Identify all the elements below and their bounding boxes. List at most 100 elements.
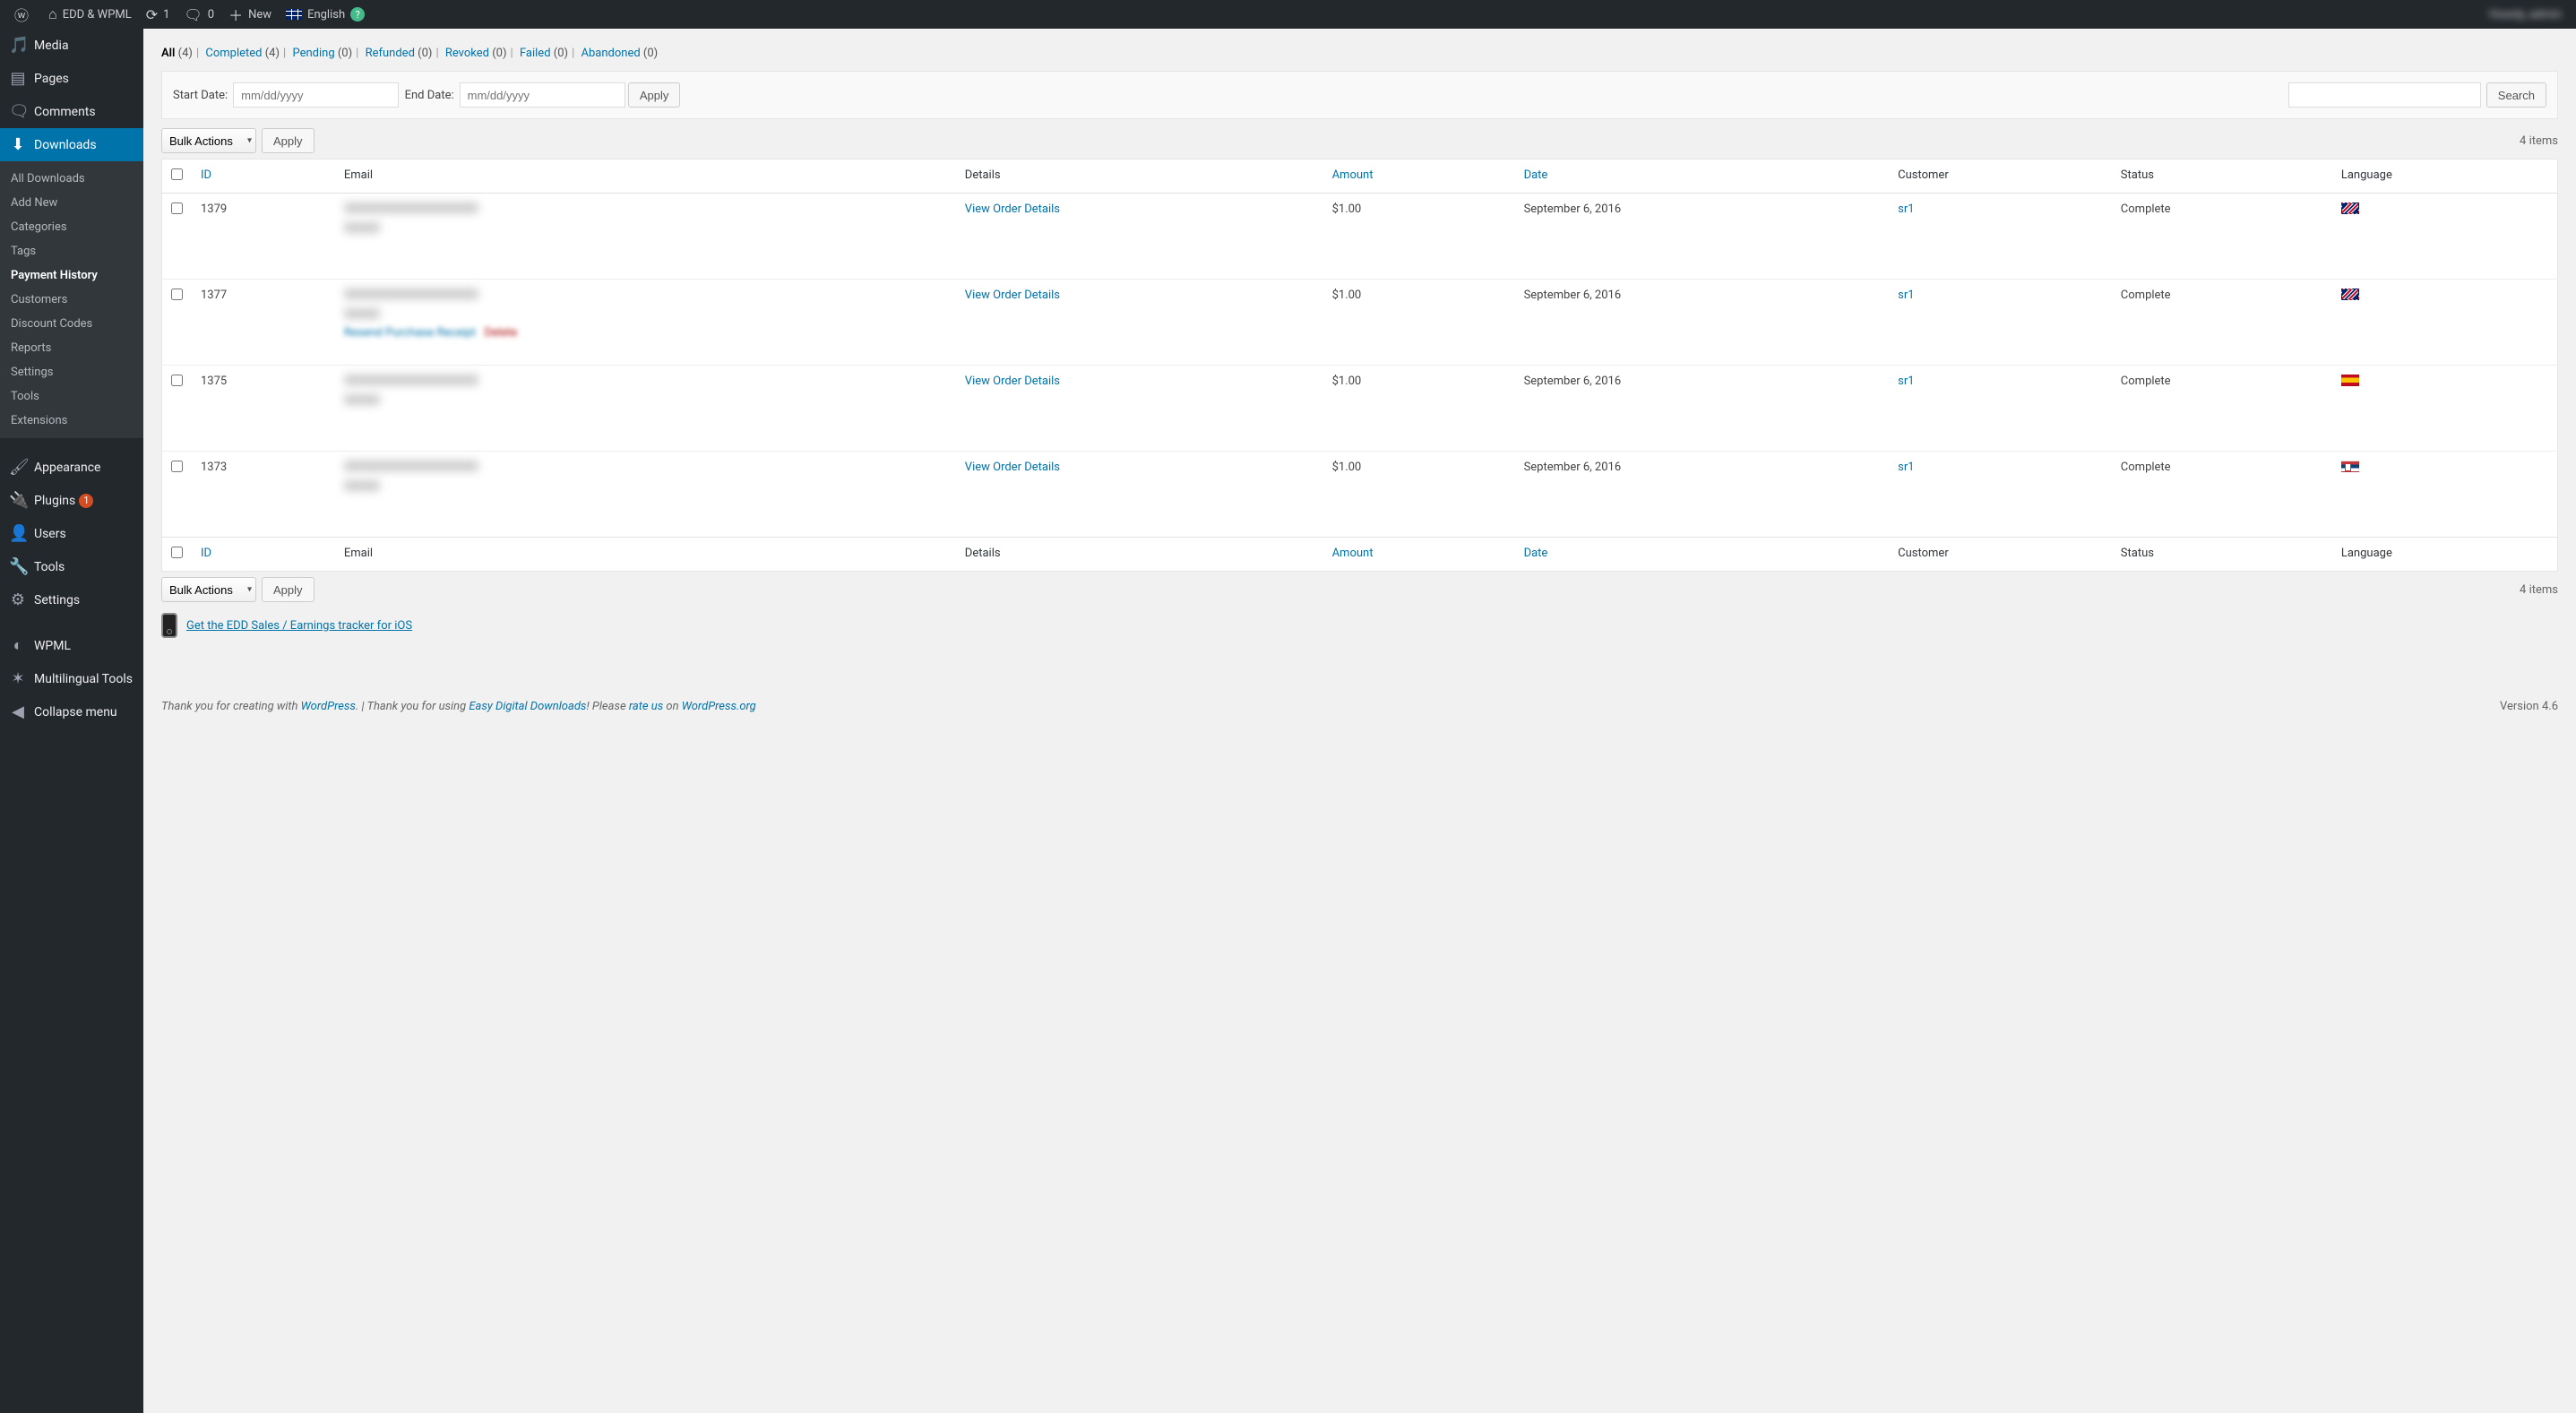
site-name-link[interactable]: ⌂EDD & WPML (41, 0, 139, 29)
submenu-payment-history[interactable]: Payment History (0, 263, 143, 288)
cell-email: Resend Purchase Receipt Delete (335, 280, 956, 366)
customer-link[interactable]: sr1 (1898, 289, 1914, 302)
sidebar-item-tools[interactable]: 🔧Tools (0, 550, 143, 583)
column-amount-footer[interactable]: Amount (1332, 547, 1374, 560)
filter-failed[interactable]: Failed (520, 47, 551, 60)
plugin-icon: 🔌 (9, 491, 27, 510)
main-content: All (4)| Completed (4)| Pending (0)| Ref… (143, 29, 2576, 1413)
sidebar-item-pages[interactable]: ▤Pages (0, 62, 143, 95)
customer-link[interactable]: sr1 (1898, 375, 1914, 388)
apply-bulk-button-bottom[interactable]: Apply (262, 577, 314, 602)
filter-pending[interactable]: Pending (292, 47, 334, 60)
filter-revoked[interactable]: Revoked (445, 47, 489, 60)
tools-icon: 🔧 (9, 557, 27, 576)
submenu-tools[interactable]: Tools (0, 384, 143, 409)
edd-link[interactable]: Easy Digital Downloads (469, 700, 586, 713)
tablenav-bottom: Bulk Actions Apply 4 items (161, 577, 2558, 602)
view-order-details-link[interactable]: View Order Details (965, 375, 1060, 388)
items-count: 4 items (2520, 134, 2558, 148)
cell-email (335, 366, 956, 452)
column-language: Language (2332, 159, 2558, 194)
wporg-link[interactable]: WordPress.org (682, 700, 756, 713)
column-id-footer[interactable]: ID (201, 547, 211, 560)
row-checkbox[interactable] (171, 202, 183, 214)
plus-icon: ＋ (228, 4, 243, 25)
bulk-actions-select[interactable]: Bulk Actions (161, 128, 256, 153)
cell-id: 1379 (192, 194, 335, 280)
new-content-link[interactable]: ＋ New (221, 0, 279, 29)
search-button[interactable]: Search (2486, 82, 2546, 108)
version-text: Version 4.6 (2500, 700, 2558, 713)
sidebar-item-settings[interactable]: ⚙Settings (0, 583, 143, 616)
sidebar-item-media[interactable]: 🎵Media (0, 29, 143, 62)
column-email-footer: Email (335, 538, 956, 572)
sidebar-item-appearance[interactable]: 🖌Appearance (0, 451, 143, 484)
wp-logo[interactable]: ⓦ (7, 0, 41, 29)
select-all-checkbox[interactable] (171, 168, 183, 180)
comment-icon: 🗨 (9, 102, 27, 121)
view-order-details-link[interactable]: View Order Details (965, 461, 1060, 474)
bulk-actions-select-bottom[interactable]: Bulk Actions (161, 577, 256, 602)
user-menu[interactable]: Howdy, admin (2489, 8, 2569, 22)
language-switcher[interactable]: English? (279, 0, 372, 29)
row-checkbox[interactable] (171, 289, 183, 300)
comments-link[interactable]: 🗨0 (177, 0, 221, 29)
flag-icon (286, 9, 302, 20)
cell-customer: sr1 (1889, 452, 2112, 538)
rate-us-link[interactable]: rate us (629, 700, 663, 713)
submenu-reports[interactable]: Reports (0, 336, 143, 360)
filter-all[interactable]: All (161, 47, 175, 60)
sidebar-item-label: Pages (34, 72, 69, 86)
end-date-input[interactable] (460, 82, 625, 108)
column-language-footer: Language (2332, 538, 2558, 572)
table-row: 1375View Order Details$1.00September 6, … (162, 366, 2558, 452)
filter-refunded[interactable]: Refunded (366, 47, 415, 60)
submenu-all-downloads[interactable]: All Downloads (0, 167, 143, 191)
cell-language (2332, 452, 2558, 538)
users-icon: 👤 (9, 524, 27, 543)
select-all-checkbox-footer[interactable] (171, 547, 183, 558)
collapse-menu[interactable]: ◀Collapse menu (0, 695, 143, 728)
row-checkbox[interactable] (171, 375, 183, 386)
submenu-settings[interactable]: Settings (0, 360, 143, 384)
sidebar-item-wpml[interactable]: ◐WPML (0, 629, 143, 662)
column-amount[interactable]: Amount (1332, 168, 1374, 182)
wordpress-icon: ⓦ (14, 4, 29, 25)
submenu-categories[interactable]: Categories (0, 215, 143, 239)
sidebar-item-comments[interactable]: 🗨Comments (0, 95, 143, 128)
wordpress-link[interactable]: WordPress (301, 700, 356, 713)
customer-link[interactable]: sr1 (1898, 202, 1914, 216)
column-date[interactable]: Date (1524, 168, 1548, 182)
sidebar-item-downloads[interactable]: ⬇Downloads (0, 128, 143, 161)
row-checkbox[interactable] (171, 461, 183, 472)
cell-amount: $1.00 (1323, 452, 1515, 538)
submenu-tags[interactable]: Tags (0, 239, 143, 263)
sidebar-item-multilingual-tools[interactable]: ✶Multilingual Tools (0, 662, 143, 695)
apply-bulk-button[interactable]: Apply (262, 128, 314, 153)
submenu-customers[interactable]: Customers (0, 288, 143, 312)
submenu-extensions[interactable]: Extensions (0, 409, 143, 433)
sidebar-item-label: Multilingual Tools (34, 672, 133, 686)
search-input[interactable] (2288, 82, 2481, 108)
customer-link[interactable]: sr1 (1898, 461, 1914, 474)
new-label: New (248, 8, 271, 22)
submenu-add-new[interactable]: Add New (0, 191, 143, 215)
filter-completed[interactable]: Completed (205, 47, 262, 60)
sidebar-item-users[interactable]: 👤Users (0, 517, 143, 550)
column-date-footer[interactable]: Date (1524, 547, 1548, 560)
delete-link[interactable]: Delete (485, 326, 518, 340)
start-date-input[interactable] (233, 82, 399, 108)
submenu-discount-codes[interactable]: Discount Codes (0, 312, 143, 336)
view-order-details-link[interactable]: View Order Details (965, 289, 1060, 302)
column-id[interactable]: ID (201, 168, 211, 182)
filter-abandoned[interactable]: Abandoned (581, 47, 640, 60)
cell-amount: $1.00 (1323, 194, 1515, 280)
updates-link[interactable]: ⟳1 (139, 0, 177, 29)
cell-date: September 6, 2016 (1515, 194, 1890, 280)
apply-date-filter-button[interactable]: Apply (628, 82, 681, 108)
ios-promo-link[interactable]: Get the EDD Sales / Earnings tracker for… (186, 619, 412, 633)
view-order-details-link[interactable]: View Order Details (965, 202, 1060, 216)
sidebar-item-plugins[interactable]: 🔌Plugins1 (0, 484, 143, 517)
resend-link[interactable]: Resend Purchase Receipt (344, 326, 476, 340)
flag-icon (2341, 461, 2359, 472)
